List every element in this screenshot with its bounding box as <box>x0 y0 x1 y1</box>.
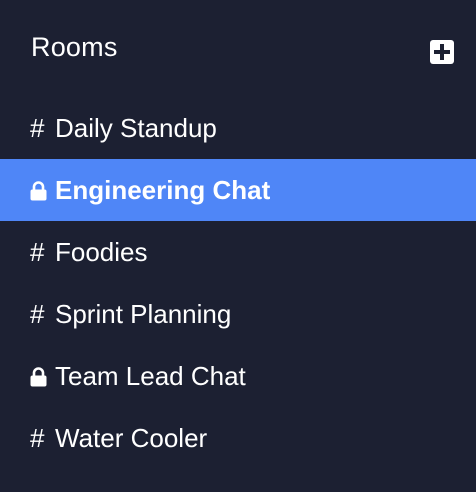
hash-icon: # <box>30 422 45 453</box>
room-item-engineering-chat[interactable]: Engineering Chat <box>0 159 476 221</box>
room-name: Engineering Chat <box>55 174 271 205</box>
room-item-team-lead-chat[interactable]: Team Lead Chat <box>0 345 476 407</box>
room-name: Water Cooler <box>55 422 208 453</box>
room-name: Foodies <box>55 236 148 267</box>
room-item-foodies[interactable]: # Foodies <box>0 221 476 283</box>
hash-icon: # <box>30 112 45 143</box>
hash-icon: # <box>30 298 45 329</box>
lock-icon <box>30 365 55 387</box>
add-room-button[interactable] <box>430 40 454 64</box>
hash-icon: # <box>30 236 45 267</box>
rooms-sidebar: Rooms # Daily Standup Engineering Chat #… <box>0 0 476 492</box>
room-name: Sprint Planning <box>55 298 232 329</box>
lock-icon <box>30 179 55 201</box>
sidebar-title: Rooms <box>31 32 118 62</box>
room-item-water-cooler[interactable]: # Water Cooler <box>0 407 476 469</box>
plus-square-icon <box>430 40 454 64</box>
room-item-daily-standup[interactable]: # Daily Standup <box>0 97 476 159</box>
room-item-sprint-planning[interactable]: # Sprint Planning <box>0 283 476 345</box>
room-name: Team Lead Chat <box>55 360 246 391</box>
room-list: # Daily Standup Engineering Chat # Foodi… <box>0 97 476 469</box>
room-name: Daily Standup <box>55 112 217 143</box>
sidebar-header: Rooms <box>0 0 476 96</box>
